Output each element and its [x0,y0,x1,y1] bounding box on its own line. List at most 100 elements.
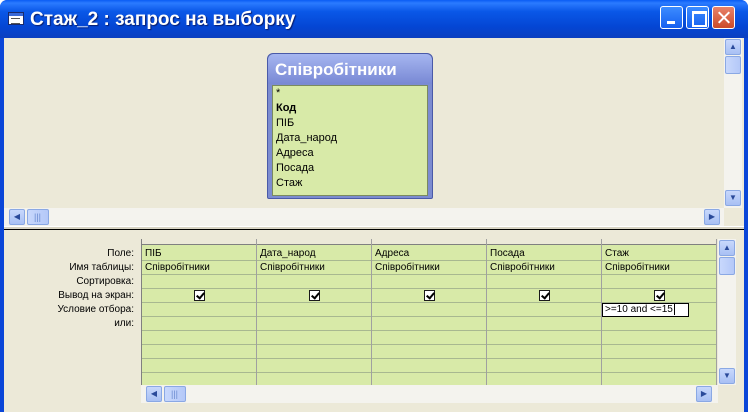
table-pane[interactable]: Співробітники * Код ПІБ Дата_народ Адрес… [4,38,744,226]
row-label-show: Вывод на экран: [58,290,134,301]
criteria-cell[interactable] [257,303,371,317]
field-cell[interactable]: Адреса [372,247,486,261]
field-cell[interactable]: ПІБ [142,247,256,261]
grid-vertical-scrollbar[interactable]: ▲ ▼ [718,239,736,385]
empty-cell[interactable] [602,331,716,345]
field-item[interactable]: ПІБ [273,116,427,131]
field-cell[interactable]: Посада [487,247,601,261]
empty-cell[interactable] [602,359,716,373]
field-item[interactable]: Стаж [273,176,427,191]
empty-cell[interactable] [487,345,601,359]
scroll-left-button[interactable]: ◀ [9,209,25,225]
show-checkbox[interactable] [654,290,665,301]
sort-cell[interactable] [257,275,371,289]
minimize-button[interactable] [660,6,683,29]
row-label-criteria: Условие отбора: [57,304,134,315]
table-cell[interactable]: Співробітники [602,261,716,275]
criteria-text[interactable]: >=10 and <=15 [605,304,673,315]
text-caret [673,303,675,315]
scroll-thumb[interactable]: ||| [27,209,49,225]
criteria-cell[interactable] [142,303,256,317]
sort-cell[interactable] [602,275,716,289]
show-cell[interactable] [487,289,601,303]
or-cell[interactable] [602,317,716,331]
empty-cell[interactable] [142,331,256,345]
show-cell[interactable] [372,289,486,303]
field-item-key[interactable]: Код [273,101,427,116]
field-list-window[interactable]: Співробітники * Код ПІБ Дата_народ Адрес… [267,53,433,199]
empty-cell[interactable] [257,331,371,345]
empty-cell[interactable] [602,345,716,359]
field-list[interactable]: * Код ПІБ Дата_народ Адреса Посада Стаж [272,85,428,196]
scroll-thumb[interactable]: ||| [164,386,186,402]
or-cell[interactable] [257,317,371,331]
grip-icon: ||| [171,389,179,399]
empty-cell[interactable] [257,359,371,373]
scroll-thumb[interactable] [725,56,741,74]
show-checkbox[interactable] [424,290,435,301]
table-cell[interactable]: Співробітники [142,261,256,275]
upper-vertical-scrollbar[interactable]: ▲ ▼ [724,38,742,208]
show-cell[interactable] [257,289,371,303]
query-window: Стаж_2 : запрос на выборку Співробітники… [0,0,748,412]
column-selector[interactable] [142,239,256,245]
or-cell[interactable] [372,317,486,331]
row-label-table: Имя таблицы: [69,262,134,273]
scroll-down-button[interactable]: ▼ [719,368,735,384]
scroll-up-button[interactable]: ▲ [719,240,735,256]
title-bar[interactable]: Стаж_2 : запрос на выборку [0,0,748,38]
field-item[interactable]: Дата_народ [273,131,427,146]
show-checkbox[interactable] [194,290,205,301]
upper-horizontal-scrollbar[interactable]: ◀ ||| ▶ [4,208,724,226]
table-cell[interactable]: Співробітники [257,261,371,275]
column-selector[interactable] [487,239,601,245]
field-cell[interactable]: Дата_народ [257,247,371,261]
or-cell[interactable] [142,317,256,331]
scroll-right-button[interactable]: ▶ [696,386,712,402]
show-cell[interactable] [602,289,716,303]
show-checkbox[interactable] [539,290,550,301]
grid-column-1[interactable]: ПІБ Співробітники [142,239,257,385]
empty-cell[interactable] [257,345,371,359]
criteria-cell[interactable] [372,303,486,317]
table-cell[interactable]: Співробітники [487,261,601,275]
field-item[interactable]: Посада [273,161,427,176]
scroll-thumb[interactable] [719,257,735,275]
scroll-down-button[interactable]: ▼ [725,190,741,206]
criteria-cell[interactable] [487,303,601,317]
grid-column-3[interactable]: Адреса Співробітники [372,239,487,385]
grid-column-2[interactable]: Дата_народ Співробітники [257,239,372,385]
or-cell[interactable] [487,317,601,331]
table-cell[interactable]: Співробітники [372,261,486,275]
field-cell[interactable]: Стаж [602,247,716,261]
field-list-title[interactable]: Співробітники [268,54,432,84]
field-item[interactable]: * [273,86,427,101]
column-selector[interactable] [372,239,486,245]
sort-cell[interactable] [142,275,256,289]
query-icon[interactable] [8,12,24,25]
maximize-button[interactable] [686,6,709,29]
grid-column-5[interactable]: Стаж Співробітники >=10 and <=15 [602,239,717,385]
empty-cell[interactable] [372,331,486,345]
show-checkbox[interactable] [309,290,320,301]
criteria-cell-editing[interactable]: >=10 and <=15 [602,303,689,317]
grid-horizontal-scrollbar[interactable]: ◀ ||| ▶ [141,385,718,403]
column-selector[interactable] [602,239,716,245]
scroll-right-button[interactable]: ▶ [704,209,720,225]
empty-cell[interactable] [142,359,256,373]
empty-cell[interactable] [142,345,256,359]
scroll-left-button[interactable]: ◀ [146,386,162,402]
empty-cell[interactable] [372,359,486,373]
sort-cell[interactable] [487,275,601,289]
grid-column-4[interactable]: Посада Співробітники [487,239,602,385]
empty-cell[interactable] [372,345,486,359]
empty-cell[interactable] [487,359,601,373]
query-design-grid[interactable]: ПІБ Співробітники Дата_народ Співробітни… [141,239,717,385]
sort-cell[interactable] [372,275,486,289]
scroll-up-button[interactable]: ▲ [725,39,741,55]
column-selector[interactable] [257,239,371,245]
show-cell[interactable] [142,289,256,303]
close-button[interactable] [712,6,735,29]
field-item[interactable]: Адреса [273,146,427,161]
empty-cell[interactable] [487,331,601,345]
